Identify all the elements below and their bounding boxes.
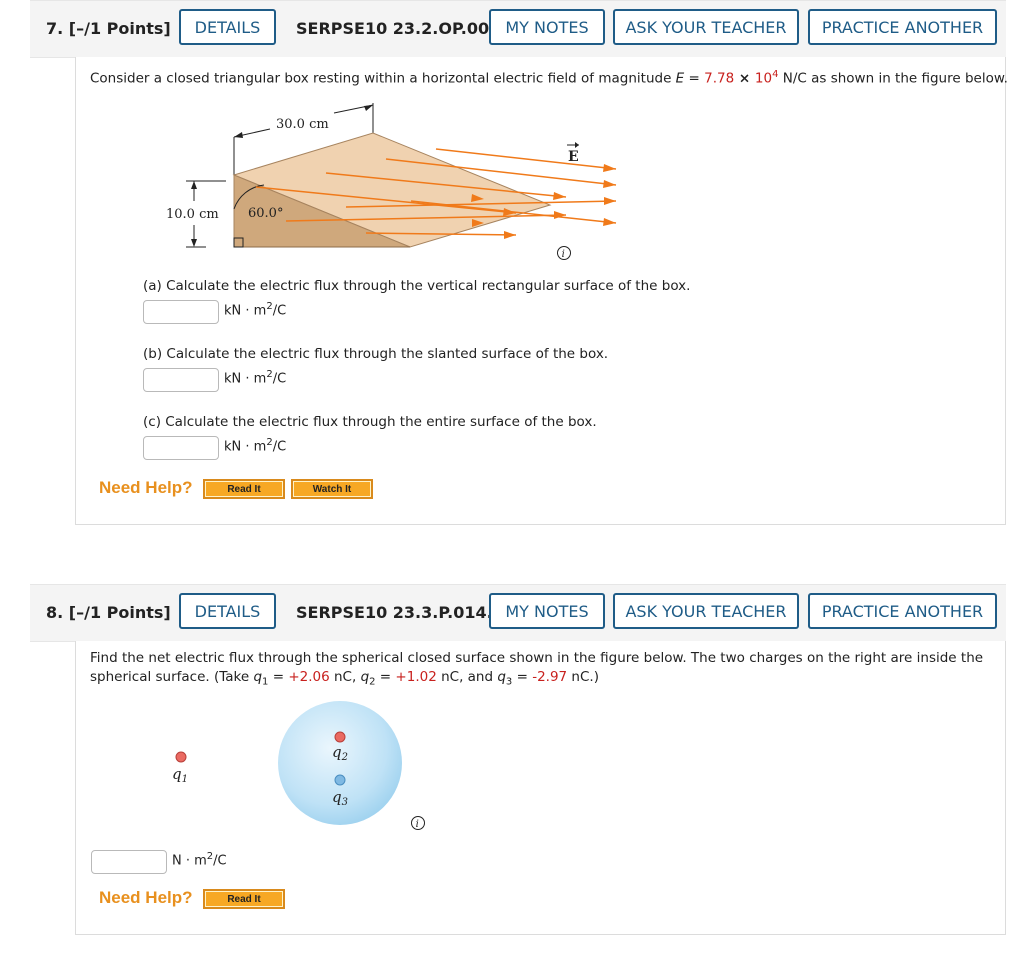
charge-q1 [175, 751, 187, 763]
q8-answer-unit: N · m2/C [172, 851, 227, 869]
q8-answer-input[interactable] [91, 850, 167, 874]
q7-part-b-unit: kN · m2/C [224, 369, 287, 387]
q7-header: 7. [–/1 Points] DETAILS SERPSE10 23.2.OP… [30, 0, 1006, 58]
field-label: E [568, 149, 579, 165]
width-label: 30.0 cm [276, 117, 329, 132]
q7-watch-it-button[interactable]: Watch It [291, 479, 373, 499]
q7-part-c-prompt: (c) Calculate the electric flux through … [143, 414, 597, 430]
q7-prompt: Consider a closed triangular box resting… [90, 69, 1008, 87]
q8-my-notes-button[interactable]: MY NOTES [489, 593, 605, 629]
q8-prompt-line1: Find the net electric flux through the s… [90, 650, 984, 666]
angle-label: 60.0° [248, 206, 283, 221]
q7-need-help-label: Need Help? [99, 478, 193, 497]
q1-label: q1 [172, 765, 188, 785]
hdim-arrow-up [191, 181, 197, 189]
svg-text:i: i [416, 819, 419, 830]
q8-problem-id: SERPSE10 23.3.P.014. [296, 603, 493, 622]
q8-prompt-line2: spherical surface. (Take q1 = +2.06 nC, … [90, 669, 599, 688]
height-label: 10.0 cm [166, 207, 219, 222]
dim-arrowhead-left [234, 132, 243, 138]
q8-header: 8. [–/1 Points] DETAILS SERPSE10 23.3.P.… [30, 584, 1006, 642]
q7-part-c-unit: kN · m2/C [224, 437, 287, 455]
q7-my-notes-button[interactable]: MY NOTES [489, 9, 605, 45]
q8-practice-another-button[interactable]: PRACTICE ANOTHER [808, 593, 997, 629]
q8-read-it-button[interactable]: Read It [203, 889, 285, 909]
q7-part-c-answer-input[interactable] [143, 436, 219, 460]
q7-info-icon[interactable]: i [556, 245, 572, 261]
q7-details-button[interactable]: DETAILS [179, 9, 276, 45]
q8-body: Find the net electric flux through the s… [75, 641, 1006, 935]
q7-part-a-unit: kN · m2/C [224, 301, 287, 319]
q7-part-b-answer-input[interactable] [143, 368, 219, 392]
q7-part-a-prompt: (a) Calculate the electric flux through … [143, 278, 691, 294]
charge-q2 [334, 731, 346, 743]
q8-ask-teacher-button[interactable]: ASK YOUR TEACHER [613, 593, 799, 629]
q8-sphere-figure: q1 q2 q3 [172, 701, 402, 825]
q8-info-icon[interactable]: i [410, 815, 426, 831]
q7-part-b-prompt: (b) Calculate the electric flux through … [143, 346, 609, 362]
q7-practice-another-button[interactable]: PRACTICE ANOTHER [808, 9, 997, 45]
charge-q3 [334, 774, 346, 786]
q8-need-help-label: Need Help? [99, 888, 193, 907]
q7-triangular-box-figure: 30.0 cm 60.0° 10.0 cm E [166, 103, 617, 248]
q7-problem-id: SERPSE10 23.2.OP.007. [296, 19, 507, 38]
spherical-surface [278, 701, 402, 825]
q7-part-a-answer-input[interactable] [143, 300, 219, 324]
vector-arrowhead [575, 142, 579, 148]
svg-text:i: i [562, 249, 565, 260]
q8-number-points: 8. [–/1 Points] [46, 603, 171, 622]
q7-read-it-button[interactable]: Read It [203, 479, 285, 499]
q7-body: Consider a closed triangular box resting… [75, 57, 1008, 525]
q8-details-button[interactable]: DETAILS [179, 593, 276, 629]
hdim-arrow-down [191, 239, 197, 247]
q7-number-points: 7. [–/1 Points] [46, 19, 171, 38]
q7-ask-teacher-button[interactable]: ASK YOUR TEACHER [613, 9, 799, 45]
dim-arrowhead-right [364, 105, 373, 111]
